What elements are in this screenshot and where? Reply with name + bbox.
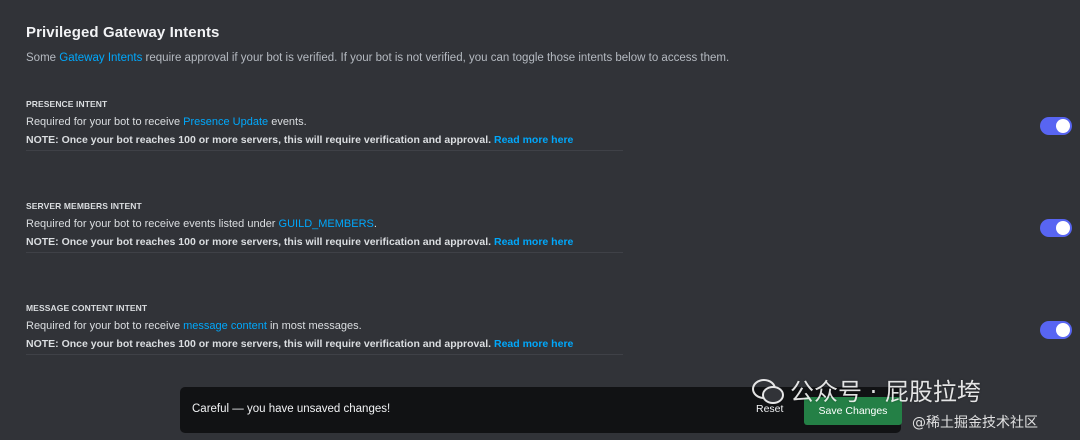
toggle-knob: [1056, 323, 1070, 337]
section-desc-suffix: require approval if your bot is verified…: [142, 52, 730, 64]
intent-label: SERVER MEMBERS INTENT: [26, 201, 142, 211]
intent-desc-prefix: Required for your bot to receive: [26, 320, 184, 332]
intent-description: Required for your bot to receive message…: [26, 320, 362, 332]
intent-note: NOTE: Once your bot reaches 100 or more …: [26, 338, 573, 350]
divider: [26, 252, 623, 253]
unsaved-changes-message: Careful — you have unsaved changes!: [192, 403, 391, 415]
presence-update-link[interactable]: Presence Update: [183, 116, 268, 128]
read-more-link[interactable]: Read more here: [494, 134, 573, 146]
watermark-top-text: 公众号 · 屁股拉垮: [790, 378, 981, 406]
guild-members-link[interactable]: GUILD_MEMBERS: [279, 218, 374, 230]
gateway-intents-link[interactable]: Gateway Intents: [59, 52, 142, 64]
divider: [26, 150, 623, 151]
intent-desc-suffix: in most messages.: [266, 320, 362, 332]
intent-description: Required for your bot to receive events …: [26, 218, 377, 230]
message-content-link[interactable]: message content: [183, 320, 267, 332]
divider: [26, 354, 623, 355]
section-title: Privileged Gateway Intents: [26, 24, 220, 41]
intent-note: NOTE: Once your bot reaches 100 or more …: [26, 236, 573, 248]
watermark-bottom: @稀土掘金技术社区: [912, 415, 1038, 431]
server-members-intent-toggle[interactable]: [1040, 219, 1072, 237]
message-content-intent-row: MESSAGE CONTENT INTENT Required for your…: [26, 303, 1072, 363]
intent-description: Required for your bot to receive Presenc…: [26, 116, 307, 128]
intent-desc-suffix: events.: [268, 116, 307, 128]
wechat-icon: [752, 377, 784, 404]
toggle-knob: [1056, 119, 1070, 133]
intent-label: PRESENCE INTENT: [26, 99, 108, 109]
intent-desc-prefix: Required for your bot to receive events …: [26, 218, 279, 230]
section-description: Some Gateway Intents require approval if…: [26, 52, 729, 64]
intent-desc-suffix: .: [373, 218, 377, 230]
intent-label: MESSAGE CONTENT INTENT: [26, 303, 148, 313]
intent-note-text: NOTE: Once your bot reaches 100 or more …: [26, 236, 492, 248]
intent-note-text: NOTE: Once your bot reaches 100 or more …: [26, 134, 492, 146]
intent-desc-prefix: Required for your bot to receive: [26, 116, 184, 128]
watermark-top: 公众号 · 屁股拉垮: [752, 372, 981, 407]
intent-note: NOTE: Once your bot reaches 100 or more …: [26, 134, 573, 146]
section-desc-prefix: Some: [26, 52, 60, 64]
presence-intent-toggle[interactable]: [1040, 117, 1072, 135]
presence-intent-row: PRESENCE INTENT Required for your bot to…: [26, 99, 1072, 159]
read-more-link[interactable]: Read more here: [494, 338, 573, 350]
intent-note-text: NOTE: Once your bot reaches 100 or more …: [26, 338, 492, 350]
read-more-link[interactable]: Read more here: [494, 236, 573, 248]
toggle-knob: [1056, 221, 1070, 235]
settings-page: Privileged Gateway Intents Some Gateway …: [0, 0, 1080, 440]
message-content-intent-toggle[interactable]: [1040, 321, 1072, 339]
server-members-intent-row: SERVER MEMBERS INTENT Required for your …: [26, 201, 1072, 261]
